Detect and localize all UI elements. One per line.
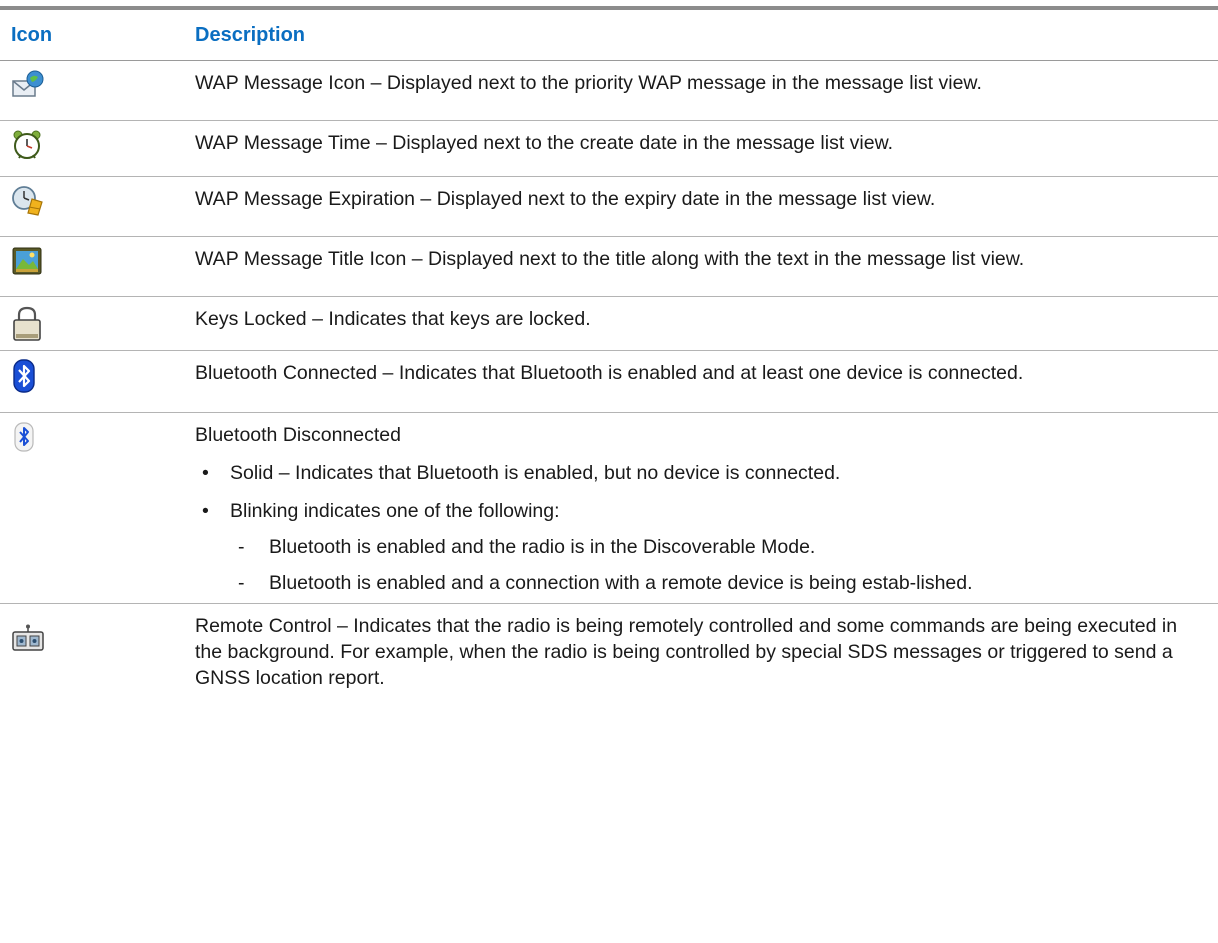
row-description: Keys Locked – Indicates that keys are lo…: [195, 308, 591, 330]
bluetooth-disconnected-icon: [14, 422, 34, 452]
column-header-description: Description: [195, 23, 306, 46]
bluetooth-connected-icon: [13, 359, 35, 393]
row-description: WAP Message Title Icon – Displayed next …: [195, 248, 1025, 270]
table-row: WAP Message Expiration – Displayed next …: [0, 177, 1218, 237]
row-description: Bluetooth Disconnected: [195, 424, 401, 446]
dash-mark: -: [238, 536, 245, 558]
remote-control-icon: [12, 624, 44, 651]
table-row: Bluetooth Connected – Indicates that Blu…: [0, 351, 1218, 413]
dash-mark: -: [238, 572, 245, 594]
bullet-text: Blinking indicates one of the following:: [230, 500, 560, 522]
lock-icon: [13, 306, 41, 341]
list-item: • Blinking indicates one of the followin…: [195, 498, 1198, 524]
table-header: Icon Description: [0, 10, 1218, 61]
bullet-text: Solid – Indicates that Bluetooth is enab…: [230, 462, 841, 484]
row-description: WAP Message Time – Displayed next to the…: [195, 132, 894, 154]
table-row: WAP Message Icon – Displayed next to the…: [0, 61, 1218, 121]
expiration-clock-icon: [12, 186, 43, 216]
table-row: WAP Message Title Icon – Displayed next …: [0, 237, 1218, 297]
table-row: WAP Message Time – Displayed next to the…: [0, 121, 1218, 177]
bullet-mark: •: [202, 500, 209, 522]
table-row: Bluetooth Disconnected • Solid – Indicat…: [0, 413, 1218, 604]
row-description: WAP Message Icon – Displayed next to the…: [195, 72, 982, 94]
list-item: • Solid – Indicates that Bluetooth is en…: [195, 460, 1198, 486]
row-description: Bluetooth Connected – Indicates that Blu…: [195, 362, 1024, 384]
column-header-icon: Icon: [11, 23, 53, 46]
table-row: Keys Locked – Indicates that keys are lo…: [0, 297, 1218, 351]
table-row: Remote Control – Indicates that the radi…: [0, 604, 1218, 744]
alarm-clock-icon: [13, 130, 41, 159]
list-item: - Bluetooth is enabled and the radio is …: [195, 534, 1198, 560]
wap-message-icon: [12, 70, 44, 97]
row-description: WAP Message Expiration – Displayed next …: [195, 188, 936, 210]
sub-bullet-text: Bluetooth is enabled and the radio is in…: [269, 536, 816, 558]
row-description: Remote Control – Indicates that the radi…: [195, 615, 1178, 689]
icon-table: Icon Description WAP Message Icon – Disp…: [0, 6, 1218, 744]
title-image-icon: [12, 247, 42, 275]
sub-bullet-text: Bluetooth is enabled and a connection wi…: [269, 572, 973, 594]
list-item: - Bluetooth is enabled and a connection …: [195, 570, 1198, 596]
bullet-mark: •: [202, 462, 209, 484]
